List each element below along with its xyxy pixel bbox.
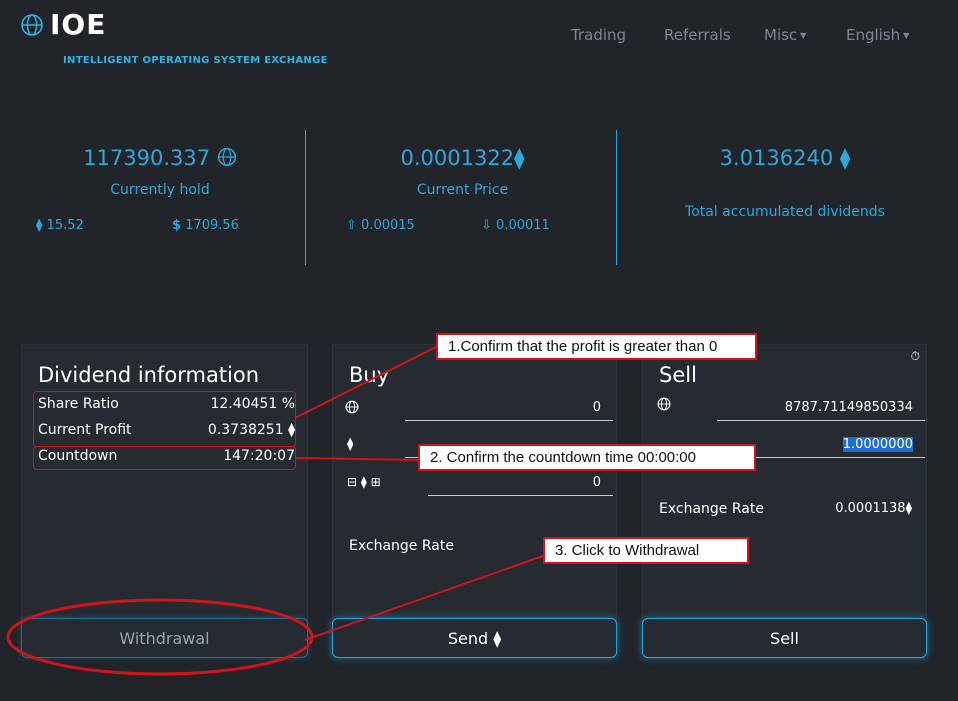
sell-rate-value: 0.0001138 (835, 501, 906, 516)
hold-usd: $ 1709.56 (172, 218, 239, 233)
hold-value: 117390.337 (83, 146, 211, 170)
dividend-title: Dividend information (38, 363, 260, 387)
stat-dividends: 3.0136240 ⧫ Total accumulated dividends (660, 146, 910, 220)
globe-icon (345, 400, 359, 414)
plus-box-icon[interactable]: ⊞ (371, 475, 381, 489)
brand-subtitle: INTELLIGENT OPERATING SYSTEM EXCHANGE (63, 55, 328, 66)
price-up: ⇧ 0.00015 (346, 218, 415, 233)
caret-down-icon: ▼ (800, 31, 807, 40)
hold-value-row: 117390.337 (40, 146, 280, 170)
eth-icon: ⧫ (905, 501, 912, 516)
send-button[interactable]: Send ⧫ (332, 618, 617, 658)
sell-eth-selected-text: 1.0000000 (842, 437, 913, 452)
buy-token-input[interactable]: 0 (405, 400, 601, 415)
sell-token-input[interactable]: 8787.71149850334 (717, 400, 913, 415)
dividends-label: Total accumulated dividends (685, 204, 885, 220)
globe-icon (657, 397, 671, 411)
dollar-icon: $ (172, 218, 182, 233)
price-up-value: 0.00015 (361, 218, 415, 233)
buy-rate-label: Exchange Rate (349, 538, 454, 554)
price-value: 0.0001322 (400, 146, 515, 170)
sell-panel: Sell ⏱ 8787.71149850334 1.0000000 Exchan… (642, 344, 927, 654)
eth-icon: ⧫ (514, 146, 525, 170)
stat-hold: 117390.337 Currently hold (40, 146, 280, 198)
hold-eth: ⧫ 15.52 (36, 218, 84, 233)
eth-icon: ⧫ (347, 437, 354, 452)
price-label: Current Price (416, 182, 509, 198)
download-icon: ⇩ (481, 218, 492, 233)
hold-usd-value: 1709.56 (185, 218, 239, 233)
hold-eth-value: 15.52 (46, 218, 84, 233)
globe-icon (21, 13, 43, 36)
nav-trading[interactable]: Trading (571, 26, 626, 44)
withdrawal-label: Withdrawal (119, 628, 210, 648)
sell-rate: 0.0001138⧫ (835, 501, 912, 516)
countdown-highlight-box (33, 446, 296, 470)
price-value-row: 0.0001322⧫ (340, 146, 585, 170)
send-label: Send (447, 628, 489, 648)
divider (616, 130, 617, 265)
buy-title: Buy (349, 363, 390, 387)
dividends-value: 3.0136240 (719, 146, 834, 170)
profit-highlight-box (33, 391, 296, 447)
withdrawal-button[interactable]: Withdrawal (21, 618, 308, 658)
nav-referrals[interactable]: Referrals (664, 26, 731, 44)
nav-misc-label: Misc (764, 26, 798, 44)
sell-rate-label: Exchange Rate (659, 501, 764, 517)
callout-step-2: 2. Confirm the countdown time 00:00:00 (418, 444, 756, 471)
minus-box-icon[interactable]: ⊟ (347, 475, 357, 489)
globe-icon (217, 147, 236, 167)
price-down-value: 0.00011 (496, 218, 550, 233)
logo: IOE (20, 8, 106, 41)
timer-icon: ⏱ (910, 349, 920, 363)
nav-language-dropdown[interactable]: English ▼ (846, 26, 909, 44)
buy-adjust-underline (428, 495, 613, 496)
buy-adjust-controls: ⊟ ⧫ ⊞ (347, 475, 381, 489)
eth-icon: ⧫ (493, 628, 502, 648)
sell-button[interactable]: Sell (642, 618, 927, 658)
upload-icon: ⇧ (346, 218, 357, 233)
caret-down-icon: ▼ (903, 31, 910, 40)
callout-step-3: 3. Click to Withdrawal (543, 537, 749, 564)
brand-title: IOE (50, 8, 107, 41)
sell-token-underline (717, 420, 925, 421)
nav-language-label: English (846, 26, 901, 44)
buy-adjust-input[interactable]: 0 (428, 475, 601, 490)
hold-label: Currently hold (110, 182, 210, 198)
divider (305, 130, 306, 265)
eth-icon: ⧫ (839, 146, 851, 170)
stat-price: 0.0001322⧫ Current Price (340, 146, 585, 198)
callout-step-1: 1.Confirm that the profit is greater tha… (436, 333, 757, 360)
sell-title: Sell (659, 363, 697, 387)
dividends-value-row: 3.0136240 ⧫ (660, 146, 910, 170)
eth-icon: ⧫ (360, 475, 367, 489)
sell-label: Sell (770, 628, 799, 648)
buy-token-underline (405, 420, 613, 421)
buy-panel: Buy 0 ⧫ ⊟ ⧫ ⊞ 0 Exchange Rate (332, 344, 617, 654)
nav-misc-dropdown[interactable]: Misc ▼ (764, 26, 806, 44)
price-down: ⇩ 0.00011 (481, 218, 550, 233)
eth-icon: ⧫ (36, 218, 43, 233)
